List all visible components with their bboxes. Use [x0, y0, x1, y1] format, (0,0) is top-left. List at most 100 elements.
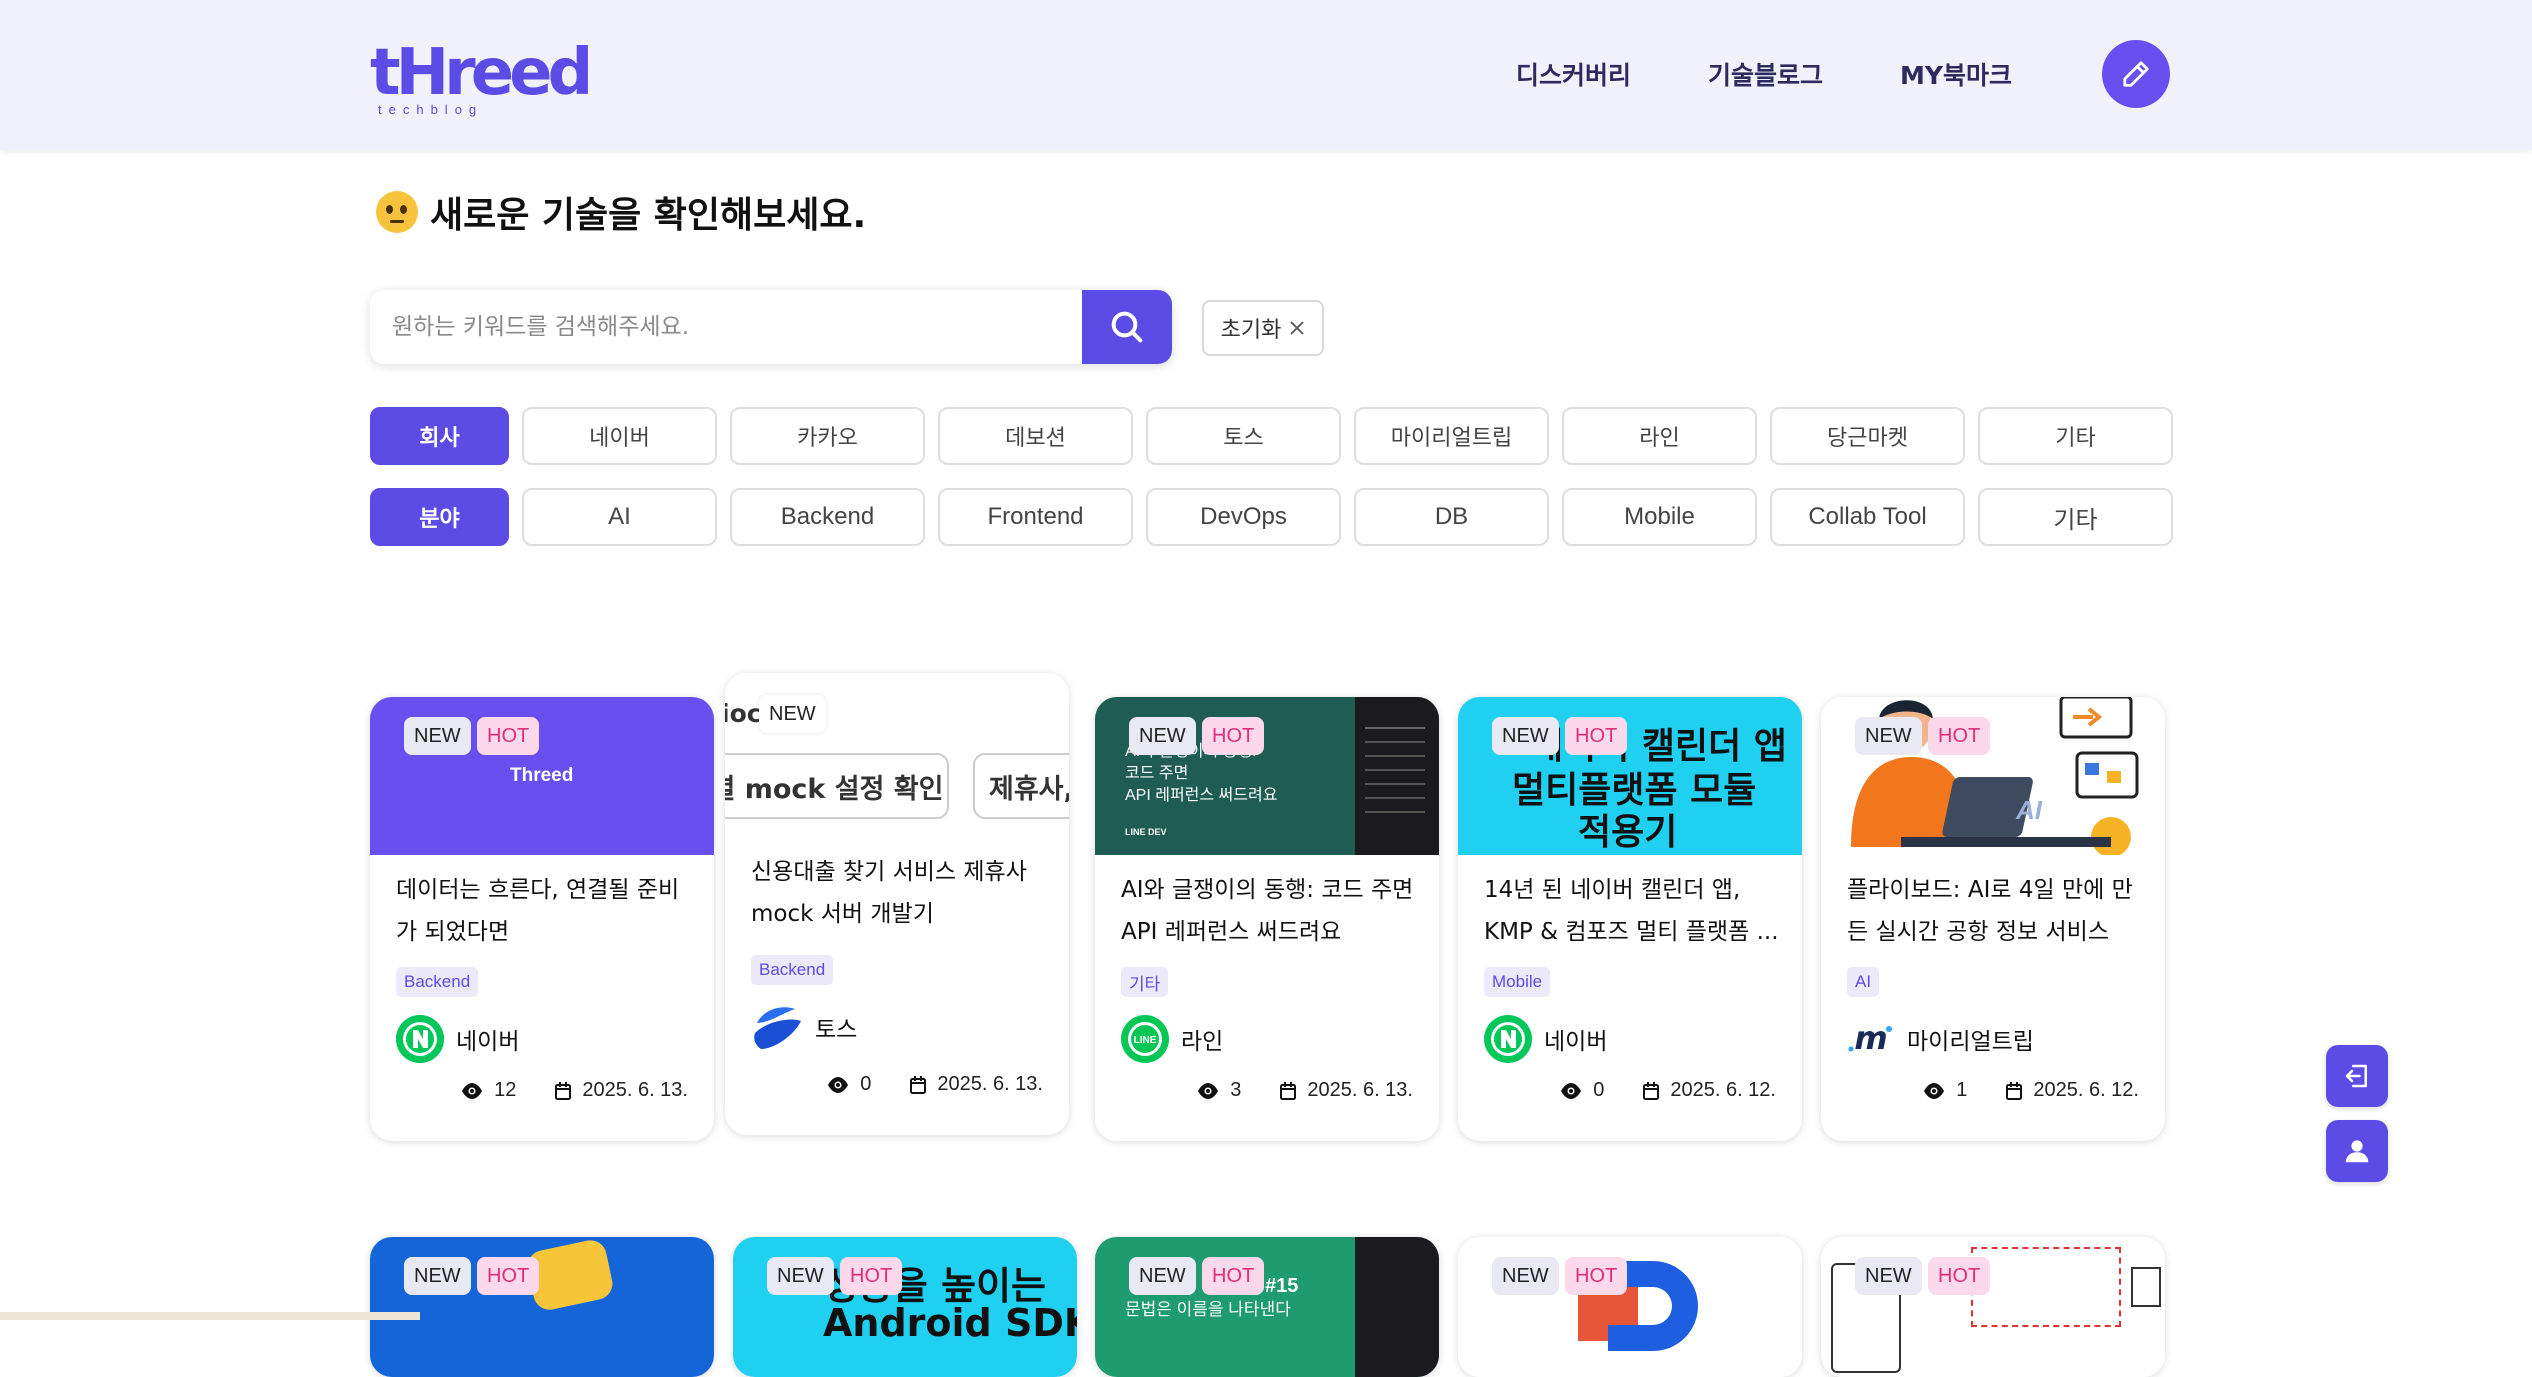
article-card[interactable]: Threed NEW HOT 데이터는 흐른다, 연결될 준비가 되었다면 Ba… — [370, 697, 714, 1141]
category-tag: 기타 — [1121, 967, 1169, 997]
filter-company-toss[interactable]: 토스 — [1146, 407, 1341, 465]
naver-logo-icon — [396, 1015, 444, 1063]
company-info: LINE 라인 — [1121, 1015, 1223, 1063]
article-card[interactable]: NEW HOT — [370, 1237, 714, 1377]
page-title: 새로운 기술을 확인해보세요. — [430, 195, 867, 236]
category-tag: AI — [1847, 967, 1880, 997]
logout-button[interactable] — [2326, 1045, 2388, 1107]
code-screenshot — [1355, 697, 1439, 855]
field-filter-label[interactable]: 분야 — [370, 488, 509, 546]
hot-badge: HOT — [840, 1257, 903, 1295]
logo[interactable]: tHreed techblog — [370, 36, 593, 118]
view-count: 0 — [860, 1073, 872, 1095]
post-date: 2025. 6. 13. — [937, 1073, 1043, 1095]
logout-icon — [2345, 1064, 2367, 1088]
search-input[interactable] — [392, 290, 1072, 364]
line-logo-icon: LINE — [1121, 1015, 1169, 1063]
card-title[interactable]: 신용대출 찾기 서비스 제휴사 mock 서버 개발기 — [751, 851, 1047, 935]
myrealtrip-logo-icon: m — [1848, 1019, 1892, 1057]
diagram-illustration — [1971, 1247, 2121, 1327]
article-card[interactable]: NEW HOT — [1821, 1237, 2165, 1377]
logo-sub: techblog — [378, 102, 484, 117]
calendar-icon — [1643, 1081, 1660, 1100]
close-icon — [1290, 321, 1304, 335]
calendar-icon — [2006, 1081, 2023, 1100]
calendar-icon — [910, 1075, 927, 1094]
new-badge: NEW — [767, 1257, 834, 1295]
company-name: 토스 — [815, 1017, 858, 1043]
card-title[interactable]: 데이터는 흐른다, 연결될 준비가 되었다면 — [396, 869, 692, 953]
logo-main: tHreed — [370, 36, 593, 110]
card-meta: 12 2025. 6. 13. — [460, 1079, 688, 1102]
filter-field-frontend[interactable]: Frontend — [938, 488, 1133, 546]
company-filter-label[interactable]: 회사 — [370, 407, 509, 465]
code-screenshot — [1355, 1237, 1439, 1377]
hot-badge: HOT — [1565, 1257, 1628, 1295]
filter-field-ai[interactable]: AI — [522, 488, 717, 546]
calendar-icon — [555, 1081, 572, 1100]
filter-company-myrealtrip[interactable]: 마이리얼트립 — [1354, 407, 1549, 465]
post-date: 2025. 6. 13. — [582, 1079, 688, 1101]
company-name: 네이버 — [456, 1029, 520, 1055]
filter-company-naver[interactable]: 네이버 — [522, 407, 717, 465]
card-title[interactable]: AI와 글쟁이의 동행: 코드 주면 API 레퍼런스 써드려요 — [1121, 869, 1417, 953]
article-card[interactable]: NEW HOT — [1458, 1237, 1802, 1377]
write-button[interactable] — [2102, 40, 2170, 108]
company-name: 라인 — [1181, 1029, 1224, 1055]
filter-company-etc[interactable]: 기타 — [1978, 407, 2173, 465]
new-badge: NEW — [1855, 1257, 1922, 1295]
filter-company-line[interactable]: 라인 — [1562, 407, 1757, 465]
new-badge: NEW — [759, 695, 826, 733]
eye-icon — [462, 1082, 483, 1099]
card-meta: 0 2025. 6. 12. — [1559, 1079, 1776, 1102]
new-badge: NEW — [404, 717, 471, 755]
thumbnail-text: 제휴사, I — [973, 753, 1069, 819]
thumbnail-text: API 레퍼런스 써드려요 — [1125, 787, 1278, 804]
card-title[interactable]: 14년 된 네이버 캘린더 앱, KMP & 컴포즈 멀티 플랫폼 ... — [1484, 869, 1780, 953]
card-meta: 1 2025. 6. 12. — [1922, 1079, 2139, 1102]
nav-discovery[interactable]: 디스커버리 — [1516, 48, 1631, 100]
article-card[interactable]: 네이버 캘린더 앱 멀티플랫폼 모듈 적용기 NEW HOT 14년 된 네이버… — [1458, 697, 1802, 1141]
reset-label: 초기화 — [1220, 318, 1282, 343]
page-heading: 새로운 기술을 확인해보세요. — [376, 186, 866, 238]
hot-badge: HOT — [1928, 1257, 1991, 1295]
hot-badge: HOT — [477, 1257, 540, 1295]
new-badge: NEW — [1855, 717, 1922, 755]
nav-my-bookmark[interactable]: MY북마크 — [1900, 48, 2012, 100]
bottom-notice-strip — [0, 1312, 420, 1320]
article-card[interactable]: AI NEW HOT 플라이보드: AI로 4일 만에 만든 실시간 공항 정보… — [1821, 697, 2165, 1141]
new-badge: NEW — [1492, 717, 1559, 755]
article-card[interactable]: #15 문법은 이름을 나타낸다 NEW HOT — [1095, 1237, 1439, 1377]
filter-company-devocean[interactable]: 데보션 — [938, 407, 1133, 465]
filter-company-daangn[interactable]: 당근마켓 — [1770, 407, 1965, 465]
new-badge: NEW — [1129, 717, 1196, 755]
article-card[interactable]: AI와 글쟁이의 동행: 코드 주면 API 레퍼런스 써드려요 LINE DE… — [1095, 697, 1439, 1141]
view-count: 3 — [1230, 1079, 1242, 1101]
thumbnail-text: 적용기 — [1578, 812, 1678, 853]
filter-company-kakao[interactable]: 카카오 — [730, 407, 925, 465]
svg-text:AI: AI — [2015, 795, 2043, 825]
profile-button[interactable] — [2326, 1120, 2388, 1182]
eye-icon — [828, 1076, 849, 1093]
search-button[interactable] — [1082, 290, 1172, 364]
filter-field-mobile[interactable]: Mobile — [1562, 488, 1757, 546]
hot-badge: HOT — [1565, 717, 1628, 755]
filter-field-etc[interactable]: 기타 — [1978, 488, 2173, 546]
view-count: 12 — [494, 1079, 517, 1101]
card-title[interactable]: 플라이보드: AI로 4일 만에 만든 실시간 공항 정보 서비스 — [1847, 869, 2143, 953]
company-info: m 마이리얼트립 — [1847, 1015, 2034, 1063]
filter-field-db[interactable]: DB — [1354, 488, 1549, 546]
card-meta: 0 2025. 6. 13. — [826, 1073, 1043, 1096]
pencil-icon — [2123, 61, 2149, 87]
category-tag: Mobile — [1484, 967, 1551, 997]
filter-field-devops[interactable]: DevOps — [1146, 488, 1341, 546]
filter-field-collab-tool[interactable]: Collab Tool — [1770, 488, 1965, 546]
company-info: 토스 — [751, 1003, 857, 1051]
article-card[interactable]: 성능을 높이는 Android SDK NEW HOT — [733, 1237, 1077, 1377]
category-tag: Backend — [396, 967, 479, 997]
filter-field-backend[interactable]: Backend — [730, 488, 925, 546]
article-card[interactable]: ioc 별 mock 설정 확인 제휴사, I NEW 신용대출 찾기 서비스 … — [725, 673, 1069, 1135]
thumbnail-text: 코드 주면 — [1125, 765, 1189, 782]
reset-button[interactable]: 초기화 — [1202, 300, 1324, 356]
nav-techblog[interactable]: 기술블로그 — [1708, 48, 1823, 100]
